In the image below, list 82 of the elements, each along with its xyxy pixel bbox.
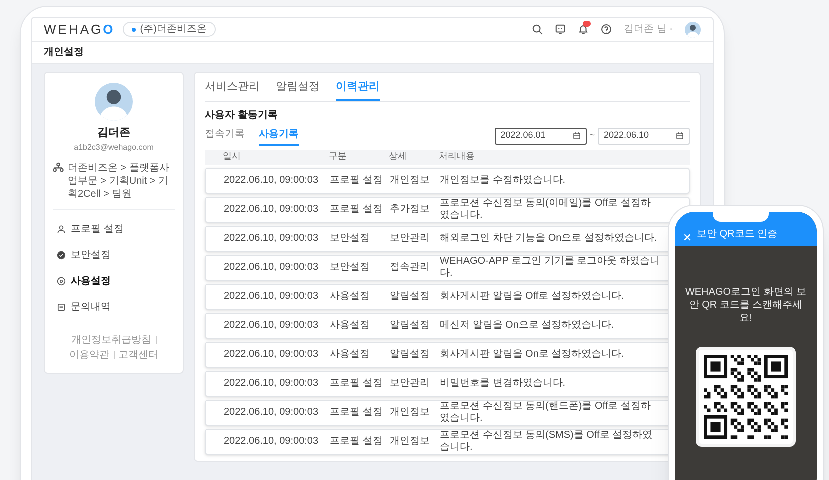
table-cell-text: 2022.06.10, 09:00:03 bbox=[223, 320, 320, 332]
person-icon bbox=[57, 224, 66, 234]
subtab[interactable]: 접속기록 bbox=[205, 126, 245, 146]
table-cell-text: 프로필 설정 bbox=[330, 174, 384, 186]
table-cell-text: 접속관리 bbox=[390, 262, 431, 274]
table-cell-text: 프로필 설정 bbox=[330, 204, 384, 216]
table-cell-text: 2022.06.10, 09:00:03 bbox=[223, 204, 320, 216]
tab[interactable]: 알림설정 bbox=[276, 79, 320, 100]
table-cell-text: 2022.06.10, 09:00:03 bbox=[223, 348, 320, 360]
date-field[interactable]: 2022.06.01 bbox=[494, 128, 587, 144]
profile-avatar bbox=[95, 83, 133, 121]
table-cell-text: 알림설정 bbox=[390, 320, 431, 332]
close-icon[interactable] bbox=[683, 233, 692, 242]
table-cell-text: 2022.06.10, 09:00:03 bbox=[223, 378, 320, 390]
table-cell-text: 보안관리 bbox=[390, 378, 431, 390]
table-cell: WEHAGO-APP 로그인 기기를 로그아웃 하였습니다. bbox=[440, 256, 660, 280]
org-path: 더존비즈온 > 플랫폼사업부문 > 기획Unit > 기획2Cell > 팀원 bbox=[68, 162, 170, 200]
scan-instruction: WEHAGO로그인 화면의 보안 QR 코드를 스캔해주세요! bbox=[684, 286, 808, 325]
table-cell-text: 추가정보 bbox=[390, 204, 431, 216]
column-header: 일시 bbox=[222, 150, 242, 164]
table-cell-text: 프로필 설정 bbox=[330, 436, 384, 448]
tab[interactable]: 서비스관리 bbox=[205, 79, 260, 100]
table-cell-text: 2022.06.10, 09:00:03 bbox=[223, 406, 320, 418]
table-cell-text: 사용설정 bbox=[330, 348, 371, 360]
column-header: 처리내용 bbox=[439, 150, 476, 164]
table-cell-text: 보안관리 bbox=[390, 232, 431, 244]
section-title: 사용자 활동기록 bbox=[205, 108, 279, 122]
company-chip[interactable]: (주)더존비즈온 bbox=[123, 22, 216, 37]
table-cell-text: 알림설정 bbox=[390, 348, 431, 360]
calendar-icon bbox=[676, 132, 684, 140]
document-icon bbox=[57, 302, 66, 312]
user-name[interactable]: 김더존 님 · bbox=[624, 22, 673, 37]
phone-title: 보안 QR코드 인증 bbox=[697, 228, 778, 242]
table-cell-text: 개인정보를 수정하였습니다. bbox=[440, 174, 567, 186]
phone-notch bbox=[713, 212, 769, 222]
table-cell-text: 보안설정 bbox=[330, 232, 371, 244]
table-cell-text: 2022.06.10, 09:00:03 bbox=[223, 174, 320, 186]
table-cell-text: 알림설정 bbox=[390, 290, 431, 302]
table-cell-text: 사용설정 bbox=[330, 320, 371, 332]
sidebar-item[interactable]: 보안설정 bbox=[71, 248, 111, 262]
table-cell-text: 개인정보 bbox=[390, 436, 431, 448]
table-cell-text: 프로모션 수신정보 동의(핸드폰)를 Off로 설정하였습니다. bbox=[440, 400, 652, 424]
avatar[interactable] bbox=[685, 22, 701, 38]
table-cell-text: 보안설정 bbox=[330, 262, 371, 274]
table-cell-text: 2022.06.10, 09:00:03 bbox=[223, 232, 320, 244]
table-cell-text: 개인정보 bbox=[390, 406, 431, 418]
table-cell-text: 2022.06.10, 09:00:03 bbox=[223, 290, 320, 302]
range-separator: ~ bbox=[590, 129, 595, 142]
page-title: 개인설정 bbox=[44, 46, 84, 60]
sidebar-item[interactable]: 사용설정 bbox=[71, 274, 111, 288]
column-header: 구분 bbox=[329, 150, 348, 164]
org-chart-icon bbox=[53, 162, 64, 172]
table-cell-text: 비밀번호를 변경하였습니다. bbox=[440, 378, 567, 390]
subtab[interactable]: 사용기록 bbox=[259, 126, 299, 146]
tab[interactable]: 이력관리 bbox=[336, 79, 380, 100]
table-cell-text: 회사게시판 알림을 On로 설정하였습니다. bbox=[440, 348, 626, 360]
calendar-icon bbox=[572, 132, 581, 140]
table-cell-text: 메신저 알림을 On으로 설정하였습니다. bbox=[440, 320, 616, 332]
monitor-icon[interactable] bbox=[555, 24, 566, 35]
sidebar-item[interactable]: 문의내역 bbox=[71, 300, 111, 314]
footer-link[interactable]: 이용약관 bbox=[70, 348, 110, 362]
table-cell-text: 해외로그인 차단 기능을 On으로 설정하였습니다. bbox=[440, 232, 658, 244]
table-cell-text: 프로모션 수신정보 동의(SMS)를 Off로 설정하였습니다. bbox=[440, 430, 654, 454]
table-cell-text: 사용설정 bbox=[330, 290, 371, 302]
bell-icon[interactable] bbox=[578, 24, 590, 35]
date-field[interactable]: 2022.06.10 bbox=[598, 128, 690, 144]
table-cell-text: 개인정보 bbox=[390, 174, 431, 186]
table-cell-text: 프로모션 수신정보 동의(이메일)를 Off로 설정하였습니다. bbox=[440, 198, 652, 222]
search-icon[interactable] bbox=[532, 24, 544, 35]
profile-name: 김더존 bbox=[98, 126, 130, 141]
logo[interactable]: WEHAGO bbox=[44, 20, 116, 40]
table-cell-text: 회사게시판 알림을 Off로 설정하였습니다. bbox=[440, 290, 626, 302]
column-header: 상세 bbox=[389, 150, 408, 164]
sidebar-item[interactable]: 프로필 설정 bbox=[71, 222, 124, 236]
notification-badge bbox=[583, 21, 592, 27]
table-cell-text: 2022.06.10, 09:00:03 bbox=[223, 262, 320, 274]
table-cell-text: 2022.06.10, 09:00:03 bbox=[223, 436, 320, 448]
footer-link[interactable]: 개인정보취급방침 bbox=[72, 332, 152, 348]
table-cell-text: 프로필 설정 bbox=[330, 378, 384, 390]
help-icon[interactable] bbox=[601, 24, 612, 35]
profile-email: a1b2c3@wehago.com bbox=[74, 142, 154, 154]
table-cell-text: 프로필 설정 bbox=[330, 406, 384, 418]
